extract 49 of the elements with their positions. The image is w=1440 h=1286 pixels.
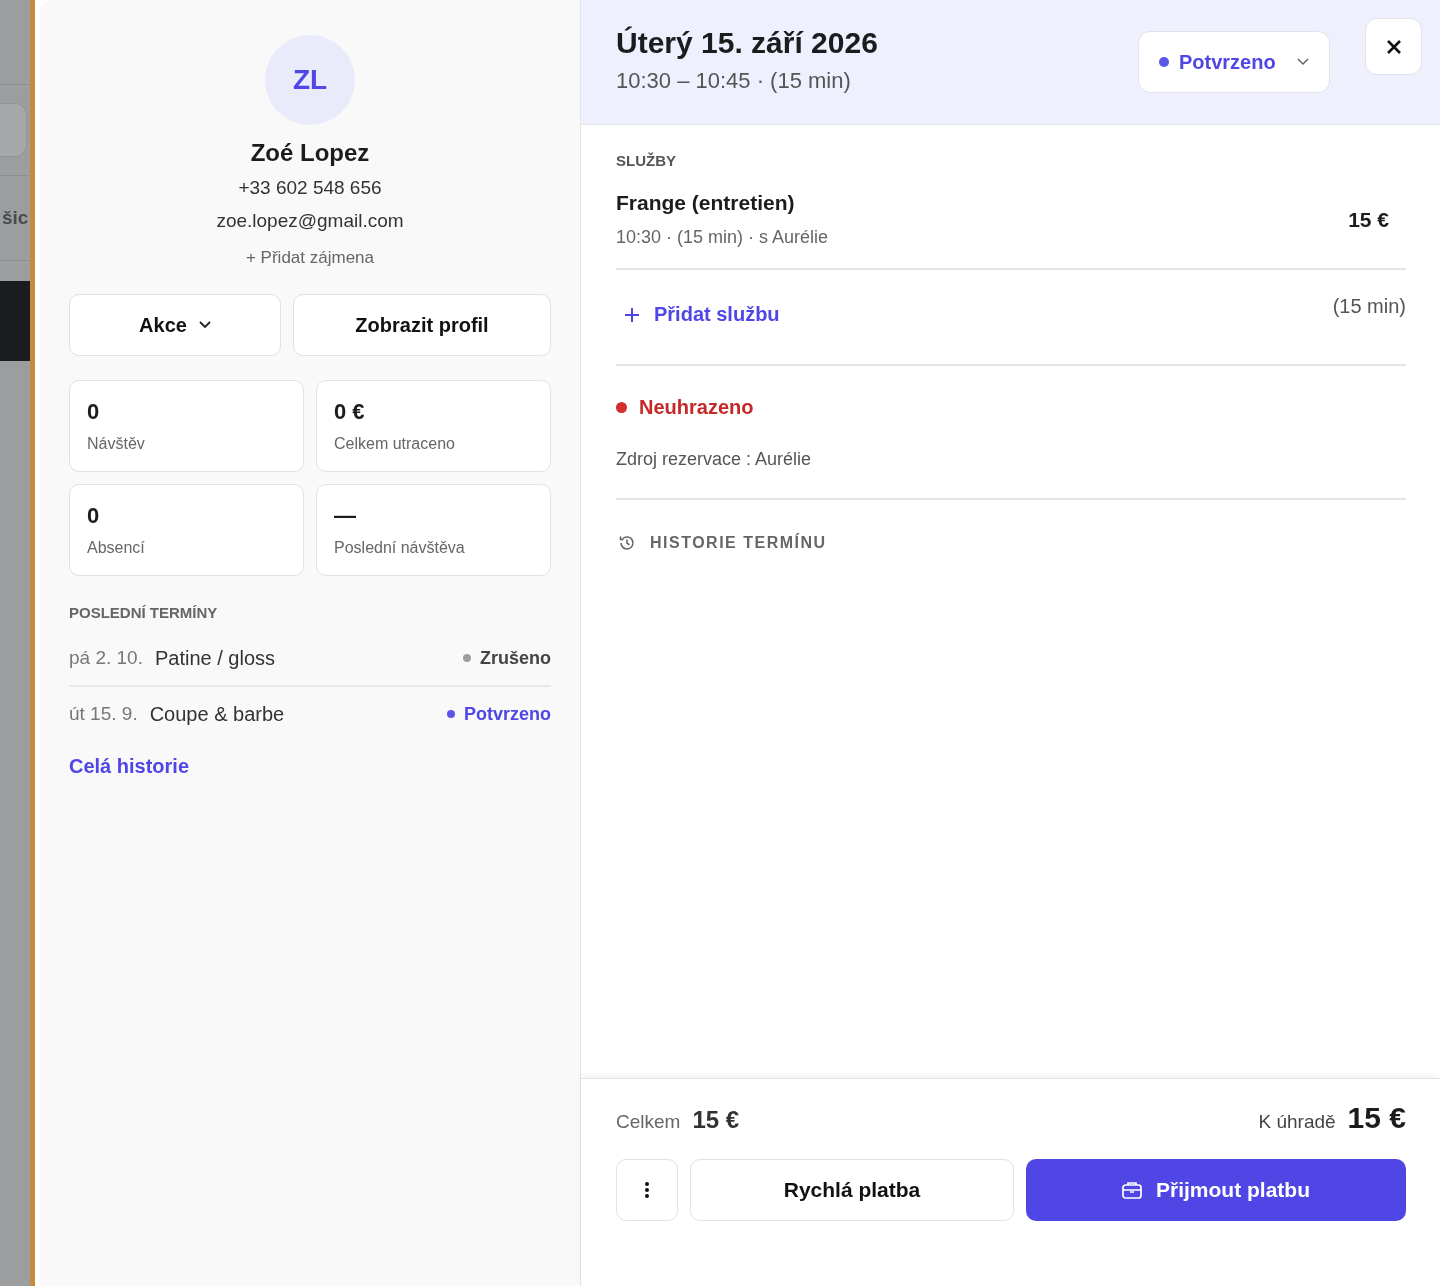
stat-value: — <box>334 503 357 529</box>
stat-label: Poslední návštěva <box>334 539 466 557</box>
plus-icon <box>624 306 640 323</box>
service-details: 10:30 · (15 min) · s Aurélie <box>616 227 830 248</box>
view-profile-button[interactable]: Zobrazit profil <box>293 294 551 356</box>
service-price: 15 € <box>1348 207 1389 232</box>
appointment-time: 10:30 – 10:45 · (15 min) <box>616 68 852 94</box>
total-value: 15 € <box>692 1106 740 1134</box>
section-heading: SLUŽBY <box>616 152 677 169</box>
accept-payment-button[interactable]: Přijmout platbu <box>1026 1159 1406 1221</box>
due-value: 15 € <box>1347 1101 1406 1135</box>
quick-payment-button[interactable]: Rychlá platba <box>690 1159 1014 1221</box>
status-dropdown[interactable]: Potvrzeno <box>1138 31 1330 93</box>
client-email: zoe.lopez@gmail.com <box>216 210 404 232</box>
stat-value: 0 <box>87 503 101 529</box>
history-heading[interactable]: HISTORIE TERMÍNU <box>650 534 827 552</box>
close-button[interactable] <box>1365 18 1422 75</box>
chevron-down-icon <box>198 321 211 329</box>
due-label: K úhradě <box>1258 1111 1336 1133</box>
appointment-service: Coupe & barbe <box>149 702 286 726</box>
stat-value: 0 € <box>334 399 366 425</box>
chevron-down-icon <box>1297 58 1309 66</box>
add-service-button[interactable]: Přidat službu <box>616 295 780 326</box>
appointment-title: Úterý 15. září 2026 <box>616 26 879 60</box>
total-label: Celkem <box>616 1111 681 1133</box>
booking-source: Zdroj rezervace : Aurélie <box>616 449 813 470</box>
stat-value: 0 <box>87 399 101 425</box>
service-name: Frange (entretien) <box>616 191 796 215</box>
appointment-status: Zrušeno <box>480 647 551 669</box>
add-pronouns-link[interactable]: + Přidat zájmena <box>245 248 374 268</box>
history-icon <box>618 534 636 552</box>
avatar: ZL <box>265 35 355 125</box>
stat-label: Návštěv <box>87 435 146 453</box>
appointment-service: Patine / gloss <box>154 646 277 670</box>
history-link[interactable]: Celá historie <box>69 755 190 778</box>
added-duration: (15 min) <box>1332 295 1406 318</box>
close-icon <box>1385 38 1402 55</box>
client-name: Zoé Lopez <box>250 139 370 167</box>
more-icon <box>644 1181 650 1199</box>
appointment-date: út 15. 9. <box>69 703 138 725</box>
appointment-status: Potvrzeno <box>464 703 551 725</box>
payment-status: Neuhrazeno <box>639 396 754 419</box>
section-heading: POSLEDNÍ TERMÍNY <box>69 604 219 621</box>
background-label: šic <box>2 207 29 229</box>
stat-label: Celkem utraceno <box>334 435 456 453</box>
actions-dropdown[interactable]: Akce <box>69 294 281 356</box>
client-phone: +33 602 548 656 <box>238 177 382 199</box>
appointment-date: pá 2. 10. <box>69 647 143 669</box>
stat-label: Absencí <box>87 539 146 557</box>
